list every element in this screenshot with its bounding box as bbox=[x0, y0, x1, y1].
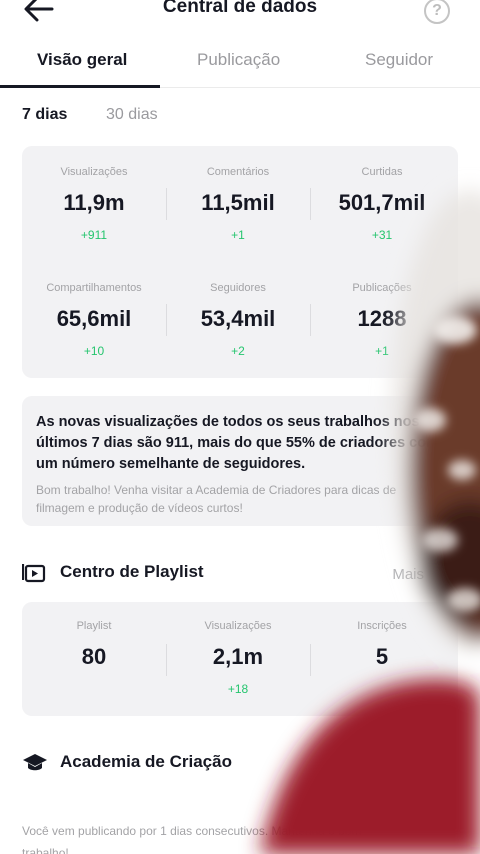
stat-label: Seguidores bbox=[210, 282, 266, 294]
stat-publicacoes[interactable]: Publicações 1288 +1 bbox=[310, 282, 454, 358]
period-30-dias[interactable]: 30 dias bbox=[106, 106, 158, 124]
stat-value: 80 bbox=[81, 644, 107, 669]
insight-percent: 55% bbox=[285, 435, 315, 451]
question-circle-icon[interactable]: ? bbox=[424, 0, 450, 24]
stat-value: 65,6mil bbox=[56, 306, 132, 331]
period-7-dias[interactable]: 7 dias bbox=[22, 106, 67, 124]
stat-value: 11,5mil bbox=[201, 190, 275, 215]
stat-value: 53,4mil bbox=[200, 306, 276, 331]
active-tab-indicator bbox=[0, 85, 160, 88]
insight-views: 911 bbox=[165, 435, 190, 451]
stat-seguidores[interactable]: Seguidores 53,4mil +2 bbox=[166, 282, 310, 358]
page-title: Central de dados bbox=[162, 0, 318, 17]
tab-visao-geral[interactable]: Visão geral bbox=[37, 50, 127, 70]
stat-comentarios[interactable]: Comentários 11,5mil +1 bbox=[166, 166, 310, 242]
graduation-cap-icon bbox=[23, 754, 47, 771]
tab-bar: Visão geral Publicação Seguidor bbox=[0, 36, 480, 88]
stat-label: Visualizações bbox=[60, 166, 128, 178]
stat-value: 501,7mil bbox=[338, 190, 426, 215]
overview-card: Visualizações 11,9m +911 Comentários 11,… bbox=[22, 146, 458, 378]
stat-delta: +18 bbox=[227, 682, 249, 696]
stat-value: 11,9m bbox=[63, 190, 125, 215]
stat-value: 2,1m bbox=[212, 644, 264, 669]
more-link[interactable]: Mais bbox=[392, 566, 424, 583]
stat-curtidas[interactable]: Curtidas 501,7mil +31 bbox=[310, 166, 454, 242]
stat-label: Publicações bbox=[352, 282, 412, 294]
playlist-title: Centro de Playlist bbox=[60, 562, 204, 581]
stat-value: 5 bbox=[375, 644, 389, 669]
top-bar: Central de dados ? bbox=[0, 0, 480, 24]
stat-label: Compartilhamentos bbox=[46, 282, 142, 294]
stat-visualizacoes[interactable]: Visualizações 11,9m +911 bbox=[22, 166, 166, 242]
insight-subtext: Bom trabalho! Venha visitar a Academia d… bbox=[36, 483, 397, 515]
stat-delta: +911 bbox=[80, 228, 108, 242]
academy-title: Academia de Criação bbox=[60, 752, 232, 771]
streak-text-continued: trabalho! bbox=[22, 846, 69, 854]
stat-playlist-views[interactable]: Visualizações 2,1m +18 bbox=[166, 620, 310, 696]
playlist-icon bbox=[22, 564, 46, 583]
stat-delta: +1 bbox=[231, 228, 245, 242]
stat-inscricoes[interactable]: Inscrições 5 bbox=[310, 620, 454, 670]
insight-card[interactable]: As novas visualizações de todos os seus … bbox=[22, 396, 458, 526]
stat-delta: +31 bbox=[371, 228, 393, 242]
stat-delta: +10 bbox=[83, 344, 105, 358]
stat-compartilhamentos[interactable]: Compartilhamentos 65,6mil +10 bbox=[22, 282, 166, 358]
playlist-card: Playlist 80 Visualizações 2,1m +18 Inscr… bbox=[22, 602, 458, 716]
insight-text: As novas visualizações de todos os seus … bbox=[36, 412, 444, 475]
stat-label: Curtidas bbox=[361, 166, 403, 178]
academy-section-header[interactable]: Academia de Criação bbox=[22, 748, 322, 778]
stat-playlist[interactable]: Playlist 80 bbox=[22, 620, 166, 670]
tab-publicacao[interactable]: Publicação bbox=[197, 50, 280, 70]
stat-label: Visualizações bbox=[204, 620, 272, 632]
streak-text: Você vem publicando por 1 dias consecuti… bbox=[22, 824, 362, 838]
stat-value: 1288 bbox=[357, 306, 407, 331]
tab-seguidor[interactable]: Seguidor bbox=[365, 50, 433, 70]
insight-mid: , mais do que bbox=[189, 435, 286, 451]
stat-delta: +2 bbox=[231, 344, 245, 358]
stat-delta: +1 bbox=[375, 344, 389, 358]
stat-label: Comentários bbox=[206, 166, 270, 178]
playlist-section-header[interactable]: Centro de Playlist bbox=[22, 558, 322, 588]
stat-label: Inscrições bbox=[357, 620, 407, 632]
stat-label: Playlist bbox=[76, 620, 112, 632]
